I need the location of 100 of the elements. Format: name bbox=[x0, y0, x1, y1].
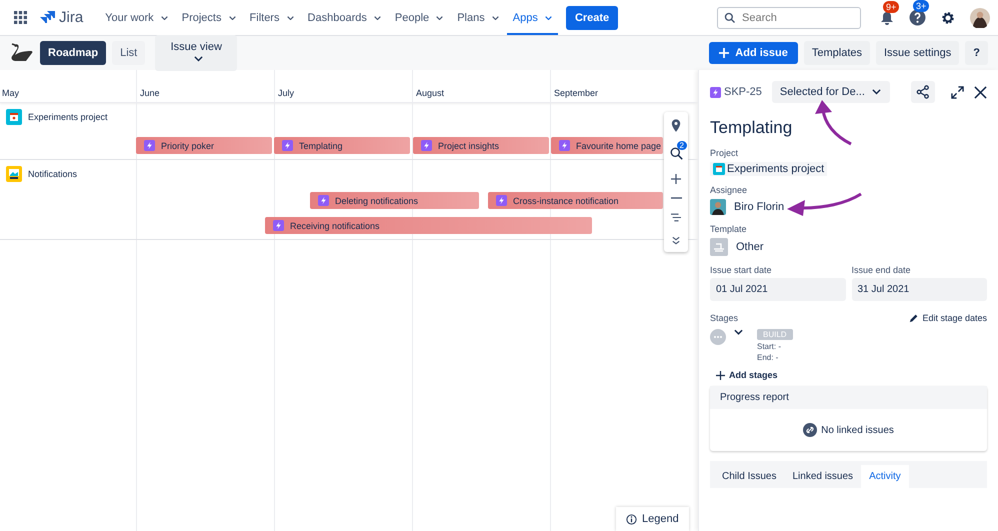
date-field[interactable]: 01 Jul 2021 bbox=[710, 278, 846, 301]
panel-tab[interactable]: Linked issues bbox=[784, 465, 862, 488]
pencil-icon bbox=[909, 313, 920, 323]
notification-count-badge: 9+ bbox=[883, 0, 900, 12]
project-tag[interactable]: Experiments project bbox=[710, 162, 828, 176]
stage-start: Start: - bbox=[757, 342, 782, 351]
nav-menu-item[interactable]: Dashboards bbox=[302, 0, 387, 35]
roadmap-bar[interactable]: Templating bbox=[274, 137, 410, 154]
view-tab[interactable]: List bbox=[112, 41, 146, 65]
group-name[interactable]: Notifications bbox=[28, 169, 78, 179]
field-label: Assignee bbox=[710, 185, 748, 195]
bar-label: Favourite home page bbox=[576, 140, 662, 150]
issue-settings-button[interactable]: Issue settings bbox=[876, 41, 960, 65]
chevron-down-icon bbox=[872, 89, 881, 95]
issue-title[interactable]: Templating bbox=[710, 118, 987, 138]
stage-badge: BUILD bbox=[757, 329, 793, 340]
product-name[interactable]: Jira bbox=[59, 9, 84, 26]
roadmap-bar[interactable]: Favourite home page bbox=[551, 137, 663, 154]
view-tab[interactable]: Roadmap bbox=[40, 41, 106, 65]
epic-icon bbox=[318, 195, 329, 206]
zoom-out-icon[interactable] bbox=[670, 197, 682, 200]
nav-menu-item[interactable]: Plans bbox=[451, 0, 505, 35]
epic-icon bbox=[421, 140, 432, 151]
epic-icon bbox=[273, 220, 284, 231]
project-icon bbox=[6, 166, 22, 182]
roadmap-bar[interactable]: Deleting notifications bbox=[310, 192, 479, 209]
help-button[interactable]: ? bbox=[965, 41, 988, 65]
close-icon[interactable] bbox=[974, 86, 987, 98]
expand-down-icon[interactable] bbox=[672, 236, 680, 246]
roadmap-bar[interactable]: Project insights bbox=[413, 137, 549, 154]
share-button[interactable] bbox=[911, 81, 935, 103]
legend-button[interactable]: Legend bbox=[616, 507, 689, 531]
notification-bell-icon[interactable] bbox=[879, 10, 895, 26]
nav-menu-item[interactable]: Projects bbox=[176, 0, 242, 35]
card-title: Progress report bbox=[720, 392, 789, 403]
bar-label: Receiving notifications bbox=[290, 220, 380, 230]
result-count-badge: 2 bbox=[676, 140, 687, 150]
nav-menu-item[interactable]: Filters bbox=[244, 0, 300, 35]
location-pin-icon[interactable] bbox=[671, 118, 681, 133]
panel-tab[interactable]: Activity bbox=[861, 465, 909, 488]
chevron-down-icon[interactable] bbox=[734, 329, 743, 335]
epic-icon bbox=[144, 140, 155, 151]
month-label: May bbox=[2, 88, 20, 98]
edit-stage-dates-button[interactable]: Edit stage dates bbox=[909, 313, 987, 323]
roadmap-bar[interactable]: Priority poker bbox=[136, 137, 272, 154]
project-icon bbox=[6, 109, 22, 125]
date-field[interactable]: 31 Jul 2021 bbox=[852, 278, 987, 301]
month-label: August bbox=[416, 88, 444, 98]
bar-label: Deleting notifications bbox=[335, 196, 418, 206]
app-switcher-icon[interactable] bbox=[14, 11, 27, 24]
add-stages-button[interactable]: Add stages bbox=[716, 370, 778, 380]
epic-icon bbox=[710, 86, 721, 98]
field-label: Stages bbox=[710, 313, 738, 323]
assignee-name[interactable]: Biro Florin bbox=[734, 201, 784, 213]
empty-message: No linked issues bbox=[821, 424, 894, 436]
group-name[interactable]: Experiments project bbox=[28, 112, 108, 122]
create-button[interactable]: Create bbox=[566, 6, 618, 30]
share-icon bbox=[916, 85, 930, 99]
bar-label: Templating bbox=[299, 140, 343, 150]
field-label: Template bbox=[710, 224, 747, 234]
field-label: Project bbox=[710, 148, 738, 158]
epic-icon bbox=[559, 140, 570, 151]
status-dropdown[interactable]: Selected for De... bbox=[772, 81, 890, 103]
chevron-down-icon bbox=[160, 16, 168, 20]
nav-menu-item[interactable]: People bbox=[388, 0, 450, 35]
help-icon[interactable] bbox=[909, 9, 926, 26]
user-avatar[interactable] bbox=[970, 8, 990, 28]
chevron-down-icon bbox=[228, 16, 236, 20]
search-field[interactable]: Search bbox=[717, 6, 861, 28]
epic-icon bbox=[282, 140, 293, 151]
template-icon bbox=[710, 238, 728, 256]
issue-key[interactable]: SKP-25 bbox=[724, 86, 762, 98]
template-name[interactable]: Other bbox=[736, 241, 764, 253]
chevron-down-icon bbox=[194, 56, 203, 62]
plus-icon bbox=[719, 48, 730, 58]
link-icon bbox=[803, 423, 818, 437]
plus-icon bbox=[716, 370, 725, 380]
settings-icon[interactable] bbox=[940, 10, 956, 26]
expand-icon[interactable] bbox=[951, 86, 964, 98]
bar-label: Cross-instance notification bbox=[513, 196, 619, 206]
filter-lines-icon[interactable] bbox=[671, 213, 681, 222]
issue-view-dropdown[interactable]: Issue view bbox=[155, 35, 238, 71]
bar-label: Project insights bbox=[438, 140, 500, 150]
stage-end: End: - bbox=[757, 353, 778, 362]
nav-menu-item[interactable]: Your work bbox=[99, 0, 174, 35]
chevron-down-icon bbox=[436, 16, 444, 20]
roadmap-bar[interactable]: Receiving notifications bbox=[265, 217, 592, 234]
assignee-avatar bbox=[710, 199, 726, 215]
panel-tab[interactable]: Child Issues bbox=[714, 465, 784, 488]
search-icon[interactable] bbox=[670, 146, 682, 160]
zoom-in-icon[interactable] bbox=[671, 174, 681, 184]
project-icon bbox=[713, 163, 725, 175]
add-issue-button[interactable]: Add issue bbox=[709, 42, 798, 64]
month-label: June bbox=[140, 88, 160, 98]
templates-button[interactable]: Templates bbox=[804, 41, 870, 65]
help-count-badge: 3+ bbox=[913, 0, 930, 12]
roadmap-bar[interactable]: Cross-instance notification bbox=[488, 192, 663, 209]
chevron-down-icon bbox=[544, 16, 552, 20]
month-label: July bbox=[278, 88, 294, 98]
field-label: Issue start date bbox=[710, 265, 773, 275]
